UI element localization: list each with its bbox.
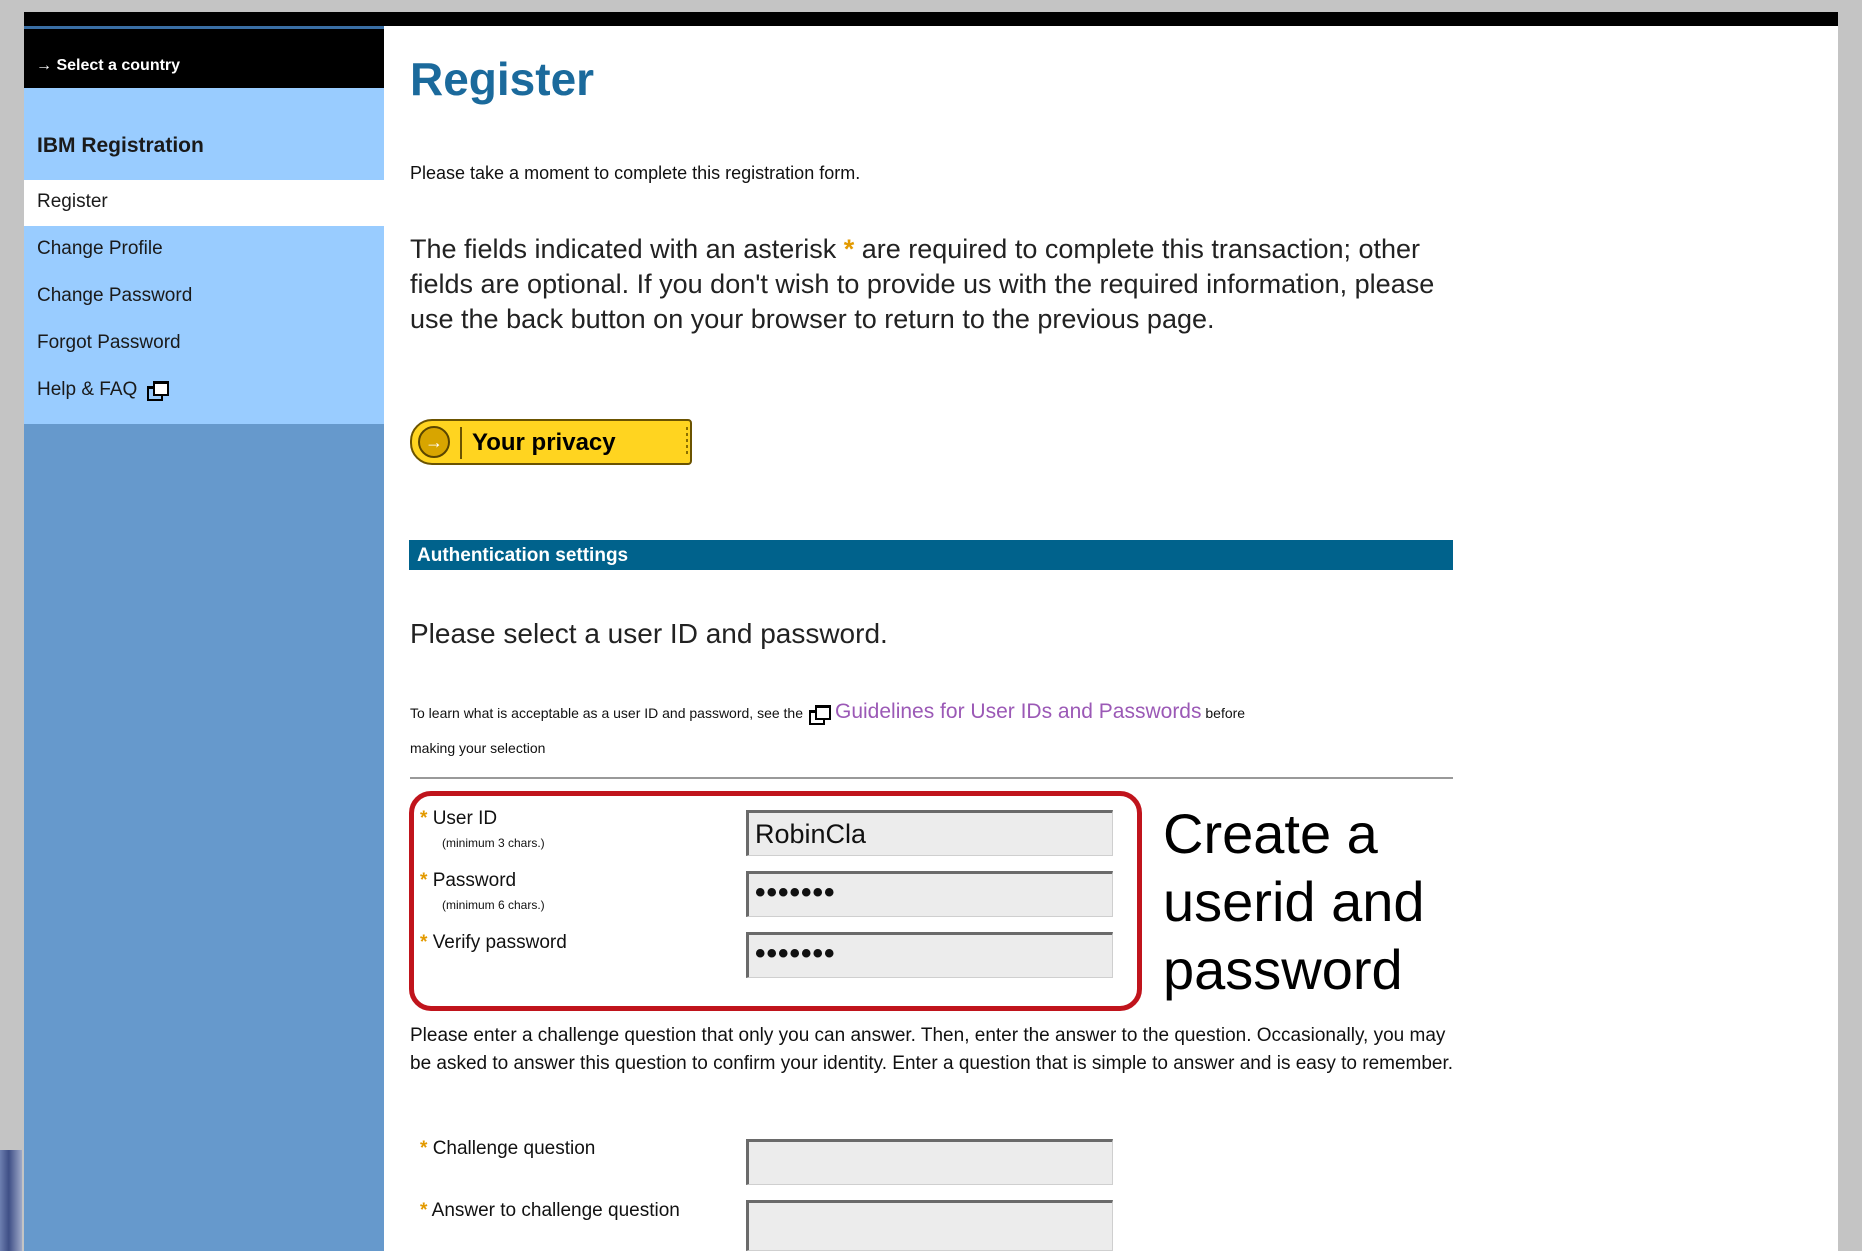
privacy-button-edge: [686, 427, 688, 457]
userid-label-text: User ID: [432, 808, 498, 829]
password-input[interactable]: •••••••: [746, 871, 1113, 917]
userid-label: * User ID: [420, 808, 497, 830]
sidebar-item-help-faq-label: Help & FAQ: [37, 379, 138, 400]
sidebar: → Select a country IBM Registration Regi…: [24, 12, 384, 1251]
privacy-button-separator: [460, 427, 462, 459]
challenge-question-input[interactable]: [746, 1139, 1113, 1185]
password-label: * Password: [420, 870, 516, 892]
challenge-answer-label: * Answer to challenge question: [420, 1200, 680, 1222]
divider: [410, 777, 1453, 779]
taskbar-corner: [0, 1150, 22, 1251]
challenge-answer-label-text: Answer to challenge question: [431, 1200, 680, 1221]
annotation-line3: password: [1163, 938, 1403, 1001]
required-fields-notice: The fields indicated with an asterisk * …: [410, 232, 1460, 337]
guidelines-prefix: To learn what is acceptable as a user ID…: [410, 705, 803, 721]
select-country-link[interactable]: → Select a country: [24, 26, 384, 88]
annotation-line1: Create a: [1163, 802, 1378, 865]
challenge-question-label-text: Challenge question: [432, 1138, 596, 1159]
select-userid-prompt: Please select a user ID and password.: [410, 618, 888, 649]
verify-password-label: * Verify password: [420, 932, 567, 954]
sidebar-item-forgot-password[interactable]: Forgot Password: [37, 330, 181, 356]
new-window-icon: [809, 704, 831, 726]
guidelines-sentence-end: making your selection: [410, 740, 546, 756]
your-privacy-label: Your privacy: [472, 429, 616, 456]
screenshot-frame-right: [1838, 0, 1862, 1251]
guidelines-suffix: before: [1205, 705, 1246, 721]
screenshot-frame-top: [0, 0, 1862, 12]
your-privacy-button[interactable]: → Your privacy: [410, 419, 692, 465]
select-country-label: → Select a country: [36, 57, 181, 74]
authentication-settings-header: Authentication settings: [409, 540, 1453, 570]
arrow-right-icon: →: [418, 426, 450, 458]
sidebar-title: IBM Registration: [37, 134, 204, 157]
guidelines-link[interactable]: Guidelines for User IDs and Passwords: [835, 700, 1202, 723]
password-hint: (minimum 6 chars.): [442, 898, 545, 912]
screenshot-frame-left: [0, 0, 24, 1251]
userid-hint: (minimum 3 chars.): [442, 836, 545, 850]
top-black-bar: [24, 12, 1838, 26]
intro-text: Please take a moment to complete this re…: [410, 163, 861, 183]
userid-input[interactable]: RobinCla: [746, 810, 1113, 856]
required-asterisk: *: [420, 932, 428, 953]
sidebar-item-change-password[interactable]: Change Password: [37, 283, 192, 309]
verify-password-label-text: Verify password: [432, 932, 567, 953]
password-value: •••••••: [755, 876, 836, 909]
challenge-instructions: Please enter a challenge question that o…: [410, 1025, 1454, 1074]
verify-password-value: •••••••: [755, 937, 836, 970]
required-asterisk: *: [420, 808, 428, 829]
required-asterisk: *: [420, 870, 428, 891]
sidebar-item-register[interactable]: Register: [37, 189, 108, 215]
guidelines-sentence: To learn what is acceptable as a user ID…: [410, 700, 1246, 726]
asterisk-marker: *: [843, 234, 855, 264]
page-title: Register: [410, 53, 595, 105]
userid-value: RobinCla: [755, 819, 867, 849]
sidebar-item-help-faq[interactable]: Help & FAQ: [37, 377, 170, 403]
challenge-question-label: * Challenge question: [420, 1138, 595, 1160]
annotation-line2: userid and: [1163, 870, 1425, 933]
required-asterisk: *: [420, 1200, 428, 1221]
verify-password-input[interactable]: •••••••: [746, 932, 1113, 978]
sidebar-item-change-profile[interactable]: Change Profile: [37, 236, 163, 262]
required-notice-part1: The fields indicated with an asterisk: [410, 234, 844, 264]
new-window-icon: [147, 380, 170, 401]
password-label-text: Password: [432, 870, 517, 891]
required-asterisk: *: [420, 1138, 428, 1159]
challenge-answer-input[interactable]: [746, 1200, 1113, 1251]
annotation-callout: Create a userid and password: [1163, 800, 1425, 1004]
section-title: Authentication settings: [417, 545, 629, 566]
